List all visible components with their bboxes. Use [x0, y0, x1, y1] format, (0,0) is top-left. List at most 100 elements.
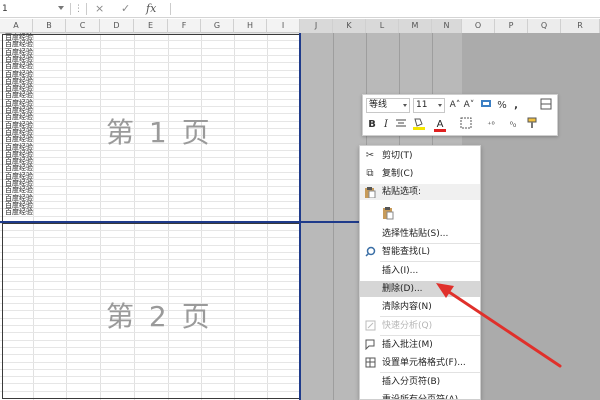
formula-separator	[70, 3, 71, 15]
menu-item-label: 智能查找(L)	[382, 247, 431, 257]
menu-item-label: 插入批注(M)	[382, 340, 433, 350]
column-header-q[interactable]: Q	[528, 19, 561, 33]
menu-item-insert[interactable]: 插入(I)...	[360, 263, 480, 279]
page-2-watermark: 第 2 页	[106, 300, 213, 333]
font-color-bar	[434, 129, 446, 132]
bold-button[interactable]: B	[366, 117, 378, 132]
name-box-dropdown-icon[interactable]	[58, 6, 64, 10]
search-icon	[364, 246, 376, 258]
menu-item-quick-analysis: 快速分析(Q)	[360, 318, 480, 334]
column-header-a[interactable]: A	[0, 19, 33, 33]
formula-bar: 1 ⋮ × ✓ fx	[0, 0, 600, 18]
formula-grip-icon: ⋮	[74, 4, 83, 14]
menu-item-copy[interactable]: ⧉ 复制(C)	[360, 166, 480, 182]
column-header-b[interactable]: B	[33, 19, 66, 33]
menu-item-reset-page-breaks[interactable]: 重设所有分页符(A)	[360, 392, 480, 400]
column-headers: ABCDEFGHIJKLMNOPQR	[0, 19, 600, 33]
column-header-o[interactable]: O	[462, 19, 495, 33]
column-header-c[interactable]: C	[66, 19, 100, 33]
insert-function-icon[interactable]: fx	[146, 1, 156, 17]
percent-button[interactable]: %	[497, 98, 507, 113]
menu-item-insert-comment[interactable]: 插入批注(M)	[360, 337, 480, 353]
fill-color-button[interactable]	[411, 117, 427, 132]
copy-icon: ⧉	[366, 168, 374, 179]
merge-format-button[interactable]	[539, 98, 553, 113]
menu-item-smart-lookup[interactable]: 智能查找(L)	[360, 244, 480, 260]
font-size-select[interactable]: 11	[413, 98, 445, 113]
decrease-font-button[interactable]: A˅	[463, 98, 475, 113]
column-header-r[interactable]: R	[561, 19, 600, 33]
paste-icon[interactable]	[382, 206, 394, 220]
decrease-decimal-button[interactable]: ⁰₀	[505, 117, 521, 132]
formula-separator	[86, 3, 87, 15]
column-header-p[interactable]: P	[495, 19, 528, 33]
column-header-g[interactable]: G	[201, 19, 234, 33]
menu-divider	[380, 316, 480, 317]
scissors-icon: ✂	[365, 150, 375, 161]
menu-item-label: 插入(I)...	[382, 266, 419, 276]
column-header-m[interactable]: M	[399, 19, 432, 33]
page-1-watermark: 第 1 页	[106, 116, 213, 149]
italic-button[interactable]: I	[380, 117, 392, 132]
format-cells-icon	[364, 357, 376, 369]
menu-divider	[380, 261, 480, 262]
menu-item-label: 快速分析(Q)	[382, 321, 433, 331]
menu-item-paste-special[interactable]: 选择性粘贴(S)...	[360, 226, 480, 242]
confirm-icon[interactable]: ✓	[121, 1, 130, 17]
borders-icon	[460, 117, 472, 129]
paintbrush-icon	[527, 117, 537, 128]
menu-item-clear-contents[interactable]: 清除内容(N)	[360, 299, 480, 315]
font-name-value: 等线	[369, 100, 388, 110]
page-break-line[interactable]	[0, 221, 360, 223]
chevron-down-icon	[403, 104, 407, 107]
fill-color-icon	[413, 118, 425, 130]
mini-toolbar: 等线 11 A˄ A˅ % , B I A ⁺⁰ ⁰₀	[362, 94, 558, 136]
column-header-n[interactable]: N	[432, 19, 462, 33]
align-center-icon	[396, 119, 406, 127]
column-header-k[interactable]: K	[333, 19, 366, 33]
chevron-down-icon	[438, 104, 442, 107]
paste-option-row	[360, 202, 480, 224]
formula-separator	[170, 3, 171, 15]
menu-item-label: 删除(D)...	[382, 284, 423, 294]
menu-item-label: 清除内容(N)	[382, 302, 432, 312]
vertical-page-break-line[interactable]	[299, 33, 301, 400]
font-color-button[interactable]: A	[433, 117, 447, 132]
menu-item-insert-page-break[interactable]: 插入分页符(B)	[360, 374, 480, 390]
menu-item-label: 粘贴选项:	[382, 187, 422, 197]
font-size-value: 11	[416, 100, 428, 110]
column-header-f[interactable]: F	[168, 19, 201, 33]
column-header-l[interactable]: L	[366, 19, 399, 33]
menu-divider	[380, 335, 480, 336]
increase-decimal-button[interactable]: ⁺⁰	[483, 117, 499, 132]
column-header-h[interactable]: H	[234, 19, 267, 33]
accounting-format-icon	[481, 100, 491, 107]
quick-analysis-icon	[364, 320, 376, 332]
menu-item-label: 插入分页符(B)	[382, 377, 441, 387]
column-header-i[interactable]: I	[267, 19, 300, 33]
column-header-e[interactable]: E	[134, 19, 168, 33]
menu-item-label: 设置单元格格式(F)...	[382, 358, 466, 368]
menu-divider	[380, 372, 480, 373]
menu-item-format-cells[interactable]: 设置单元格格式(F)...	[360, 355, 480, 371]
menu-item-label: 剪切(T)	[382, 151, 413, 161]
worksheet: ABCDEFGHIJKLMNOPQR 百度经验 百度经验 百度经验 百度经验 百度经验百…	[0, 19, 600, 400]
cell-grid[interactable]: 百度经验 百度经验 百度经验 百度经验 百度经验 百度经验 百度经验 百度经验 百度经验 百度经验…	[0, 33, 600, 400]
borders-button[interactable]	[459, 117, 473, 132]
increase-font-button[interactable]: A˄	[449, 98, 461, 113]
menu-item-label: 重设所有分页符(A)	[382, 395, 459, 400]
accounting-format-button[interactable]	[479, 98, 495, 113]
format-painter-button[interactable]	[525, 117, 539, 132]
column-header-d[interactable]: D	[100, 19, 134, 33]
font-name-select[interactable]: 等线	[366, 98, 410, 113]
menu-item-label: 复制(C)	[382, 169, 414, 179]
column-header-j[interactable]: J	[300, 19, 333, 33]
menu-item-delete[interactable]: 删除(D)...	[360, 281, 480, 297]
menu-item-cut[interactable]: ✂ 剪切(T)	[360, 148, 480, 164]
align-center-button[interactable]	[394, 117, 408, 132]
comma-button[interactable]: ,	[511, 98, 521, 113]
menu-item-paste-options: 粘贴选项:	[360, 184, 480, 200]
comment-icon	[364, 339, 376, 351]
cancel-icon[interactable]: ×	[95, 1, 104, 17]
format-painter-icon	[540, 98, 552, 110]
